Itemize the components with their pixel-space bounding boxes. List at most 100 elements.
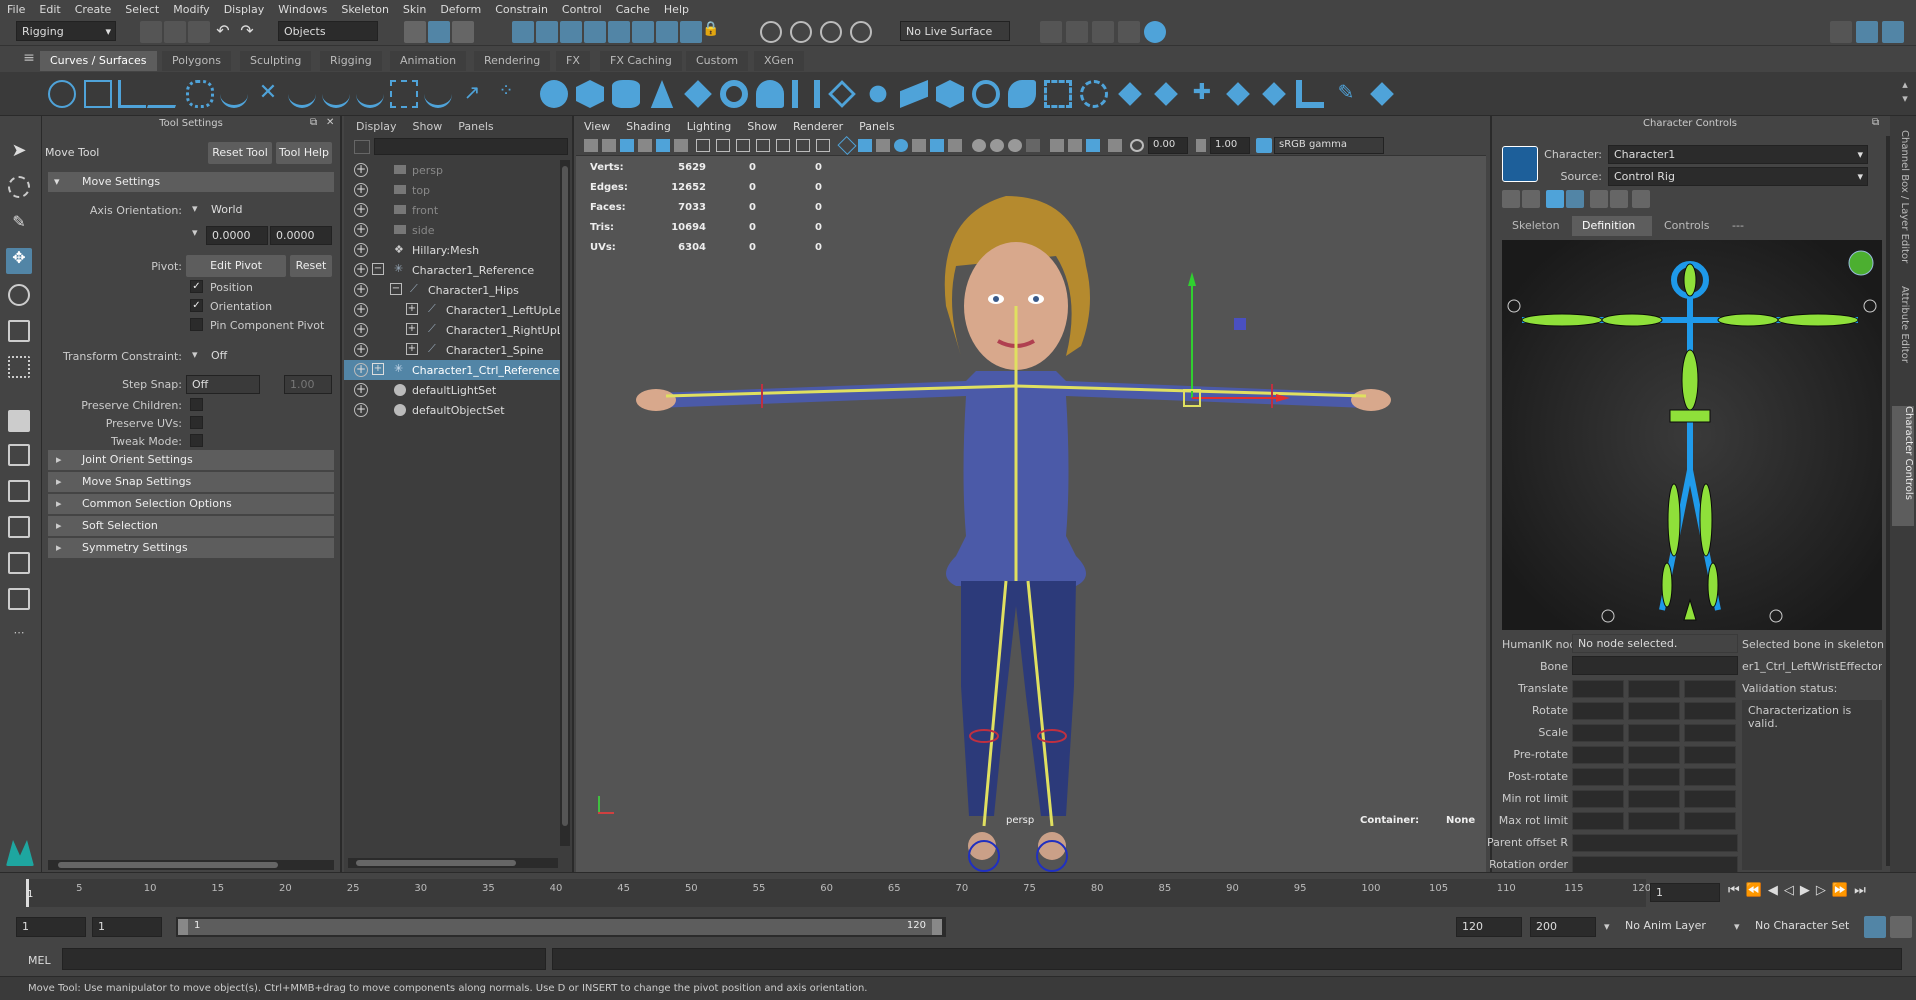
move-tool-icon[interactable]: ✥ (6, 248, 32, 274)
redo-icon[interactable]: ↷ (236, 21, 258, 43)
gate-mask-icon[interactable] (756, 139, 770, 152)
range-slider-track[interactable]: 1 120 (176, 917, 946, 937)
property-cell[interactable] (1628, 790, 1680, 808)
snap-curve-icon[interactable] (536, 21, 558, 43)
skeleton-joints[interactable] (665, 306, 1367, 827)
property-cell[interactable] (1628, 812, 1680, 830)
auto-key-icon[interactable] (1864, 916, 1886, 938)
axis-orientation-dropdown[interactable]: World (206, 201, 332, 220)
symmetry-icon[interactable] (680, 21, 702, 43)
shelf-scroll-down-icon[interactable]: ▾ (1894, 92, 1916, 114)
property-cell[interactable] (1572, 768, 1624, 786)
character-model[interactable] (636, 196, 1391, 860)
property-cell[interactable] (1684, 680, 1736, 698)
ipr-render-icon[interactable] (1066, 21, 1088, 43)
expand-icon[interactable]: + (354, 383, 368, 397)
offset-curve-icon[interactable] (390, 80, 418, 108)
scrollbar-thumb[interactable] (562, 166, 568, 826)
property-cell[interactable] (1628, 702, 1680, 720)
color-space-field[interactable]: sRGB gamma (1274, 137, 1384, 154)
nurbs-square-icon[interactable] (84, 80, 112, 108)
expand-box-icon[interactable]: + (372, 363, 384, 375)
current-frame-field[interactable]: 1 (1650, 883, 1720, 902)
axis-x-field[interactable]: 0.0000 (206, 226, 268, 245)
side-tab-attribute-editor[interactable]: Attribute Editor (1896, 286, 1910, 396)
rebuild-curve-icon[interactable] (424, 80, 452, 108)
orientation-checkbox[interactable]: ✓ (190, 299, 203, 312)
outliner-item-right-upleg[interactable]: + + ⟋ Character1_RightUpL (344, 320, 566, 340)
hud-icon[interactable] (1108, 139, 1122, 152)
expand-icon[interactable]: + (354, 323, 368, 337)
bevel-icon[interactable] (1008, 80, 1036, 108)
side-tab-channel-box[interactable]: Channel Box / Layer Editor (1896, 130, 1910, 270)
render-view-icon[interactable] (1144, 21, 1166, 43)
animation-start-field[interactable]: 1 (16, 917, 86, 937)
ambient-occlusion-icon[interactable] (948, 139, 962, 152)
boundary-icon[interactable] (936, 80, 964, 108)
property-cell[interactable] (1628, 680, 1680, 698)
float-panel-icon[interactable]: ⧉ (310, 117, 317, 128)
menu-constrain[interactable]: Constrain (488, 3, 555, 16)
xray-active-icon[interactable] (1068, 139, 1082, 152)
nurbs-plane-icon[interactable] (684, 80, 712, 108)
viewport-menu-lighting[interactable]: Lighting (679, 120, 739, 133)
planar-icon[interactable] (828, 80, 856, 108)
step-back-key-icon[interactable]: ⏪ (1746, 883, 1762, 898)
paint-select-icon[interactable]: ✎ (8, 212, 30, 234)
outliner-menu-show[interactable]: Show (413, 120, 443, 133)
outliner-item-hips[interactable]: + − ⟋ Character1_Hips (344, 280, 566, 300)
step-snap-value-field[interactable]: 1.00 (284, 375, 332, 394)
go-to-end-icon[interactable]: ⏭ (1854, 883, 1866, 898)
undo-icon[interactable]: ↶ (212, 21, 234, 43)
resolution-gate-icon[interactable] (736, 139, 750, 152)
safe-action-icon[interactable] (796, 139, 810, 152)
move-settings-header[interactable]: ▾ Move Settings (48, 172, 334, 192)
textured-icon[interactable] (894, 139, 908, 152)
expand-box-icon[interactable]: + (406, 303, 418, 315)
render-settings-icon[interactable] (1092, 21, 1114, 43)
outliner-item-default-object-set[interactable]: + defaultObjectSet (344, 400, 566, 420)
viewport-menu-view[interactable]: View (576, 120, 618, 133)
humanik-figure[interactable] (1502, 240, 1882, 630)
menu-set-dropdown[interactable]: Rigging ▾ (16, 21, 116, 41)
shelf-tab-rigging[interactable]: Rigging (320, 51, 382, 71)
input-ops-icon[interactable] (760, 21, 782, 43)
reset-tool-button[interactable]: Reset Tool (208, 142, 272, 164)
mel-label[interactable]: MEL (28, 954, 51, 967)
step-snap-dropdown[interactable]: Off (186, 375, 260, 394)
nurbs-cylinder-icon[interactable] (612, 80, 640, 108)
shelf-tab-curves-surfaces[interactable]: Curves / Surfaces (40, 51, 157, 71)
step-forward-frame-icon[interactable]: ▷ (1816, 883, 1826, 898)
outliner-item-left-upleg[interactable]: + + ⟋ Character1_LeftUpLe (344, 300, 566, 320)
body-part-keying-icon[interactable] (1610, 190, 1628, 208)
render-frame-icon[interactable] (1040, 21, 1062, 43)
property-cell[interactable] (1628, 768, 1680, 786)
camera-select-icon[interactable] (584, 139, 598, 152)
viewport-menu-show[interactable]: Show (739, 120, 785, 133)
wireframe-icon[interactable] (837, 135, 857, 156)
delete-character-icon[interactable] (1632, 190, 1650, 208)
range-start-handle[interactable] (178, 919, 188, 935)
property-cell[interactable] (1572, 702, 1624, 720)
grease-pencil-icon[interactable] (674, 139, 688, 152)
snap-projected-icon[interactable] (584, 21, 606, 43)
outliner-item-persp[interactable]: + persp (344, 160, 566, 180)
character-set-dropdown[interactable]: No Character Set (1750, 917, 1860, 937)
snap-live-icon[interactable] (632, 21, 654, 43)
move-manipulator[interactable] (1183, 272, 1290, 407)
shelf-tab-fx-caching[interactable]: FX Caching (600, 51, 682, 71)
step-forward-key-icon[interactable]: ⏩ (1832, 883, 1848, 898)
motion-blur-icon[interactable] (972, 139, 986, 152)
snap-grid-icon[interactable] (512, 21, 534, 43)
add-points-icon[interactable]: ↗ (458, 80, 486, 108)
menu-cache[interactable]: Cache (609, 3, 657, 16)
expand-icon[interactable]: + (354, 183, 368, 197)
tab-skeleton[interactable]: Skeleton (1502, 216, 1570, 236)
shelf-tab-polygons[interactable]: Polygons (162, 51, 231, 71)
menu-skeleton[interactable]: Skeleton (334, 3, 396, 16)
expand-icon[interactable]: + (354, 403, 368, 417)
menu-edit[interactable]: Edit (32, 3, 67, 16)
bone-field[interactable] (1572, 656, 1738, 675)
lock-icon[interactable]: 🔒 (700, 21, 722, 43)
expand-icon[interactable]: + (354, 343, 368, 357)
